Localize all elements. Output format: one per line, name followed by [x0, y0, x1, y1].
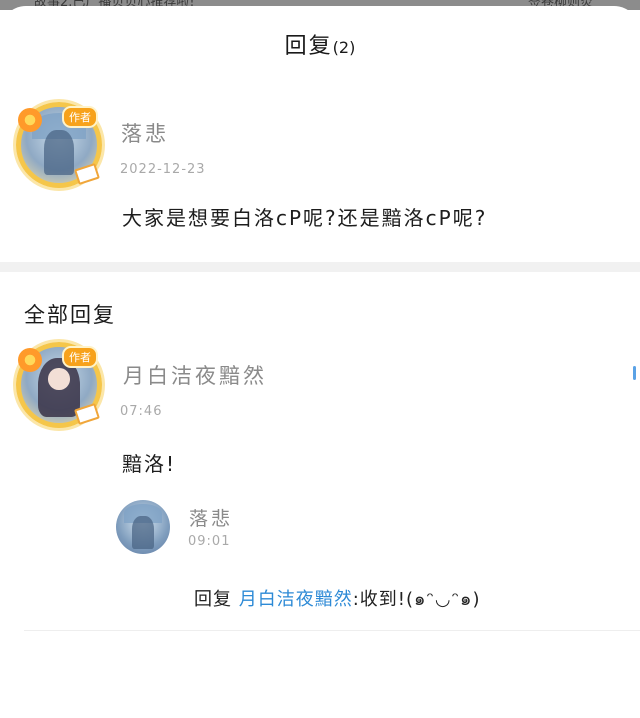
main-comment-author[interactable]: 落悲 [121, 118, 169, 148]
reply-sheet: 回复(2) 作者 落悲 2022-12-23 大家是想要白洛cP呢?还是黯洛cP… [0, 6, 640, 718]
sub-reply-message: :收到!(๑ᵔ◡ᵔ๑) [352, 589, 481, 610]
reply-time: 07:46 [120, 404, 163, 419]
reply-text: 黯洛! [122, 452, 177, 476]
flower-frame-icon [18, 108, 42, 132]
reply-author[interactable]: 月白洁夜黯然 [123, 360, 267, 390]
sub-reply-time: 09:01 [188, 534, 231, 549]
flower-frame-icon [18, 348, 42, 372]
all-replies-title: 全部回复 [24, 303, 116, 327]
edge-indicator [633, 366, 636, 380]
author-badge: 作者 [62, 106, 98, 128]
main-comment-date: 2022-12-23 [120, 162, 206, 177]
sub-reply-author[interactable]: 落悲 [189, 504, 233, 531]
sub-reply-text: 回复 月白洁夜黯然:收到!(๑ᵔ◡ᵔ๑) [194, 584, 481, 613]
mention-link[interactable]: 月白洁夜黯然 [239, 589, 353, 610]
author-badge: 作者 [62, 346, 98, 368]
reply-count: (2) [332, 38, 356, 57]
sub-reply-avatar[interactable] [116, 500, 170, 554]
bottom-divider [24, 630, 640, 631]
sheet-title: 回复(2) [0, 28, 640, 60]
section-divider [0, 262, 640, 272]
main-comment-text: 大家是想要白洛cP呢?还是黯洛cP呢? [122, 206, 488, 230]
reply-prefix: 回复 [194, 589, 232, 610]
sheet-title-label: 回复 [284, 34, 333, 59]
